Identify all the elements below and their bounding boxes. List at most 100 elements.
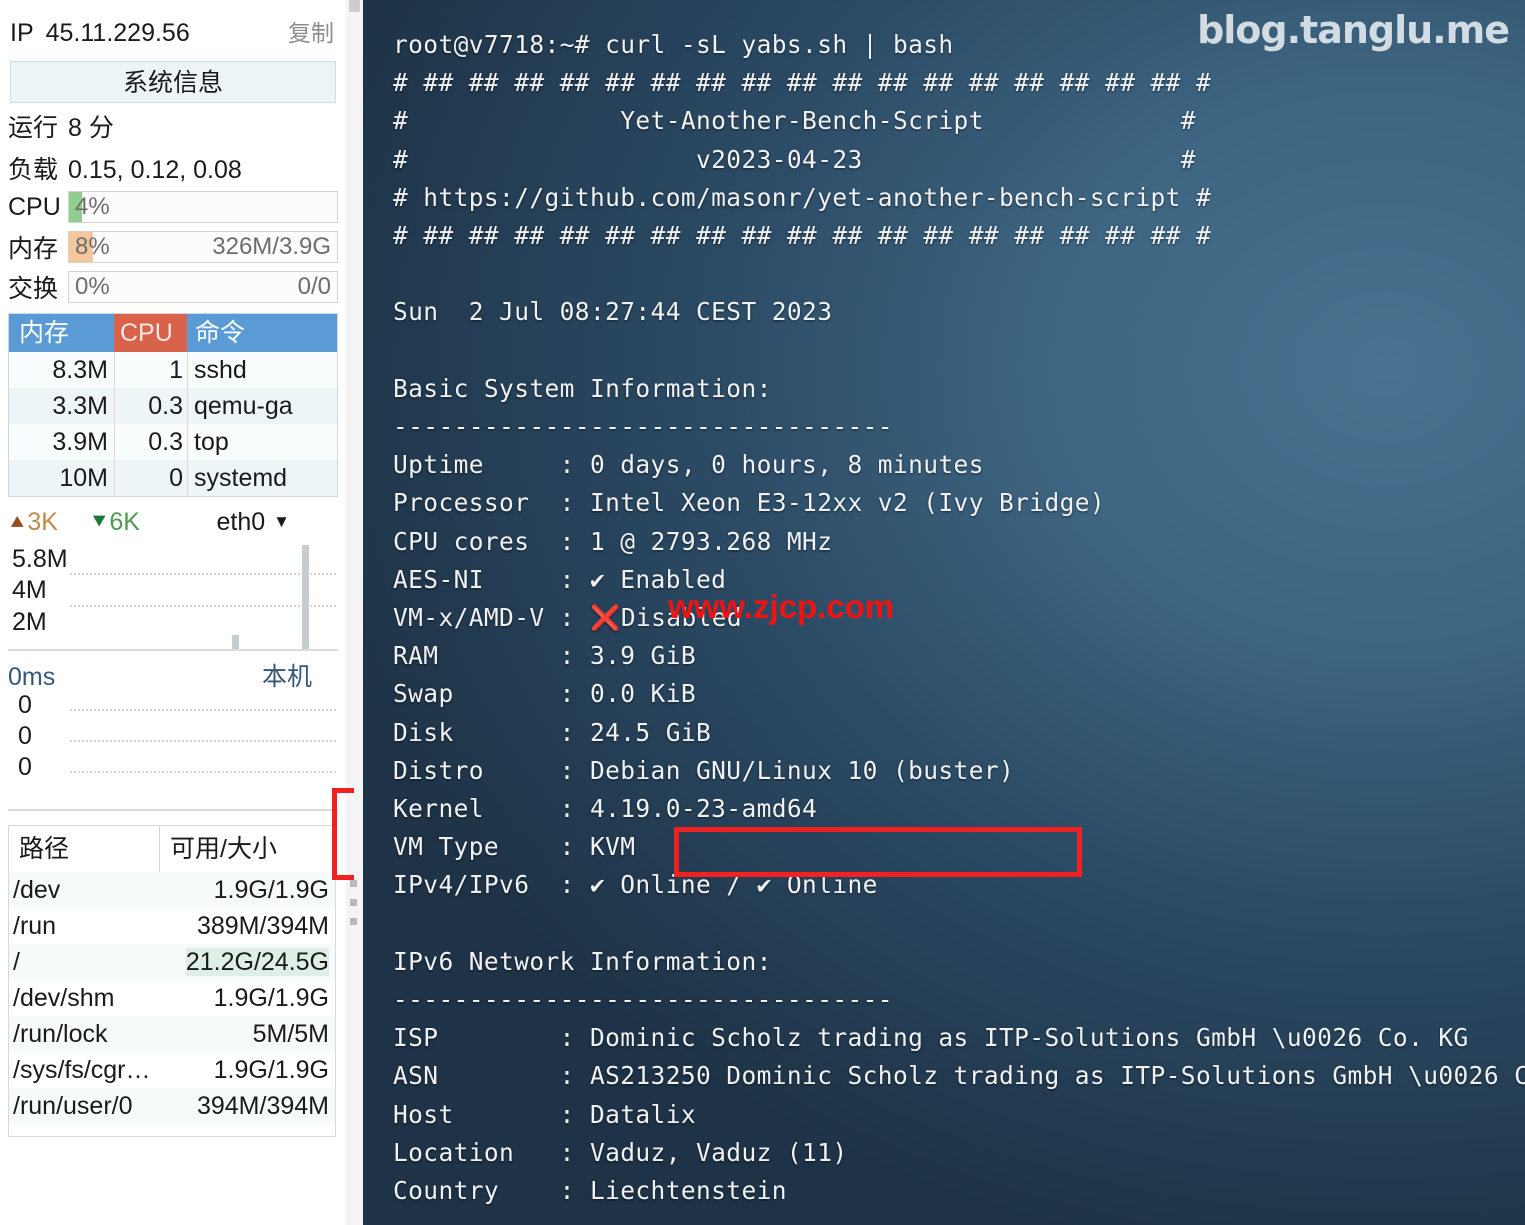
meter-row-0: CPU 4% <box>0 187 346 227</box>
cell-cpu: 0.3 <box>114 424 187 460</box>
terminal-line: Uptime : 0 days, 0 hours, 8 minutes <box>393 450 984 480</box>
terminal-line: ASN : AS213250 Dominic Scholz trading as… <box>393 1061 1525 1091</box>
meter-row-1: 内存 8% 326M/3.9G <box>0 227 346 267</box>
uptime-row: 运行 8 分 <box>0 103 346 145</box>
meter-row-2: 交换 0% 0/0 <box>0 267 346 307</box>
terminal-line: AES-NI : ✔ Enabled <box>393 564 727 594</box>
meter-percent: 8% <box>75 233 110 260</box>
traffic-ylabel-1: 4M <box>12 576 47 604</box>
cell-size: 389M/394M <box>196 912 329 940</box>
terminal-line: # Yet-Another-Bench-Script # <box>393 106 1196 136</box>
col-header-available-size[interactable]: 可用/大小 <box>159 826 335 872</box>
traffic-ylabel-2: 2M <box>12 608 47 636</box>
cell-memory: 3.3M <box>52 392 108 420</box>
traffic-bar <box>302 545 309 649</box>
col-header-command[interactable]: 命令 <box>187 314 337 352</box>
latency-ylabel-2: 0 <box>18 753 32 781</box>
system-info-button[interactable]: 系统信息 <box>10 61 336 103</box>
cell-path: /run <box>13 912 57 940</box>
resource-meters: CPU 4% 内存 8% 326M/3.9G 交换 0% 0/0 <box>0 187 346 307</box>
copy-button[interactable]: 复制 <box>288 14 334 48</box>
col-header-memory[interactable]: 内存 <box>9 314 114 352</box>
traffic-ylabel-0: 5.8M <box>12 545 68 573</box>
uptime-value: 8 分 <box>68 114 114 142</box>
terminal-line: VM Type : KVM <box>393 832 636 862</box>
table-row[interactable]: /run 389M/394M <box>9 908 335 944</box>
table-row[interactable]: 8.3M 1 sshd <box>9 352 337 388</box>
table-row[interactable]: 10M 0 systemd <box>9 460 337 496</box>
process-table: 内存 CPU 命令 8.3M 1 sshd 3.3M 0.3 qemu-ga 3.9M 0.3… <box>8 313 338 497</box>
terminal-line: Sun 2 Jul 08:27:44 CEST 2023 <box>393 297 833 327</box>
terminal-output[interactable]: root@v7718:~# curl -sL yabs.sh | bash # #… <box>363 0 1525 1225</box>
latency-target[interactable]: 本机 <box>262 657 312 693</box>
cell-size: 1.9G/1.9G <box>213 876 329 904</box>
terminal-line: # v2023-04-23 # <box>393 144 1196 174</box>
terminal-line: # ## ## ## ## ## ## ## ## ## ## ## ## ##… <box>393 221 1212 251</box>
terminal-line: CPU cores : 1 @ 2793.268 MHz <box>393 526 833 556</box>
terminal-line: ISP : Dominic Scholz trading as ITP-Solu… <box>393 1023 1469 1053</box>
cell-size: 1.9G/1.9G <box>213 984 329 1012</box>
terminal-pane: root@v7718:~# curl -sL yabs.sh | bash # #… <box>332 0 1525 1225</box>
cell-command: systemd <box>187 460 337 496</box>
cell-size: 5M/5M <box>252 1020 329 1048</box>
scrollbar-thumb[interactable] <box>349 0 360 12</box>
app-root: IP 45.11.229.56 复制 系统信息 运行 8 分 负载 0.15, 0.… <box>0 0 1525 1225</box>
cell-size: 21.2G/24.5G <box>185 948 329 976</box>
meter-bar[interactable]: 8% 326M/3.9G <box>68 231 338 263</box>
chevron-down-icon: ▼ <box>273 512 290 531</box>
cell-size: 394M/394M <box>196 1092 329 1120</box>
gridline <box>70 771 336 773</box>
uptime-label: 运行 <box>8 114 59 142</box>
disk-table-header: 路径 可用/大小 <box>9 826 335 872</box>
terminal-line: Basic System Information: <box>393 373 772 403</box>
system-monitor-sidebar: IP 45.11.229.56 复制 系统信息 运行 8 分 负载 0.15, 0.… <box>0 0 346 1225</box>
table-row[interactable]: /dev/shm 1.9G/1.9G <box>9 980 335 1016</box>
terminal-line: Location : Vaduz, Vaduz (11) <box>393 1137 848 1167</box>
upload-value: 3K <box>27 507 58 536</box>
terminal-line: Disk : 24.5 GiB <box>393 717 712 747</box>
scrollbar-marker <box>350 899 357 906</box>
disk-usage-table: 路径 可用/大小 /dev 1.9G/1.9G/run 389M/394M / 21.2… <box>8 825 336 1137</box>
terminal-line: # ## ## ## ## ## ## ## ## ## ## ## ## ##… <box>393 68 1212 98</box>
col-header-cpu[interactable]: CPU <box>114 314 187 352</box>
table-row[interactable]: /sys/fs/cgr… 1.9G/1.9G <box>9 1052 335 1088</box>
interface-selector[interactable]: eth0 ▼ <box>217 508 291 537</box>
table-row[interactable]: / 21.2G/24.5G <box>9 944 335 980</box>
latency-ylabel-1: 0 <box>18 722 32 750</box>
col-header-path[interactable]: 路径 <box>9 826 159 872</box>
meter-label: CPU <box>8 192 61 221</box>
table-row[interactable]: /run/user/0 394M/394M <box>9 1088 335 1124</box>
load-value: 0.15, 0.12, 0.08 <box>68 156 242 184</box>
cell-size: 1.9G/1.9G <box>213 1056 329 1084</box>
terminal-line: IPv4/IPv6 : ✔ Online / ✔ Online <box>393 870 878 900</box>
arrow-up-icon: ⯅ <box>8 508 27 535</box>
terminal-line: Kernel : 4.19.0-23-amd64 <box>393 794 818 824</box>
latency-graph[interactable]: 0 0 0 <box>8 691 338 811</box>
scrollbar-marker <box>350 880 357 887</box>
process-table-header: 内存 CPU 命令 <box>9 314 337 352</box>
cell-memory: 3.9M <box>52 428 108 456</box>
ip-row: IP 45.11.229.56 复制 <box>0 0 346 52</box>
terminal-line: Distro : Debian GNU/Linux 10 (buster) <box>393 755 1015 785</box>
latency-ylabel-0: 0 <box>18 691 32 719</box>
cell-cpu: 0 <box>114 460 187 496</box>
table-row[interactable]: 3.9M 0.3 top <box>9 424 337 460</box>
meter-bar[interactable]: 0% 0/0 <box>68 271 338 303</box>
interface-label: eth0 <box>216 507 266 536</box>
traffic-graph[interactable]: 5.8M 4M 2M <box>8 543 338 651</box>
table-row[interactable]: /run/lock 5M/5M <box>9 1016 335 1052</box>
cell-path: /run/user/0 <box>13 1092 133 1120</box>
table-row[interactable]: 3.3M 0.3 qemu-ga <box>9 388 337 424</box>
meter-label: 交换 <box>8 275 59 303</box>
ip-label: IP <box>10 19 34 47</box>
table-row[interactable]: /dev 1.9G/1.9G <box>9 872 335 908</box>
terminal-scrollbar[interactable] <box>346 0 364 1225</box>
meter-bar[interactable]: 4% <box>68 191 338 223</box>
cell-command: sshd <box>187 352 337 388</box>
terminal-line: Host : Datalix <box>393 1099 697 1129</box>
cell-cpu: 0.3 <box>114 388 187 424</box>
load-label: 负载 <box>8 156 59 184</box>
